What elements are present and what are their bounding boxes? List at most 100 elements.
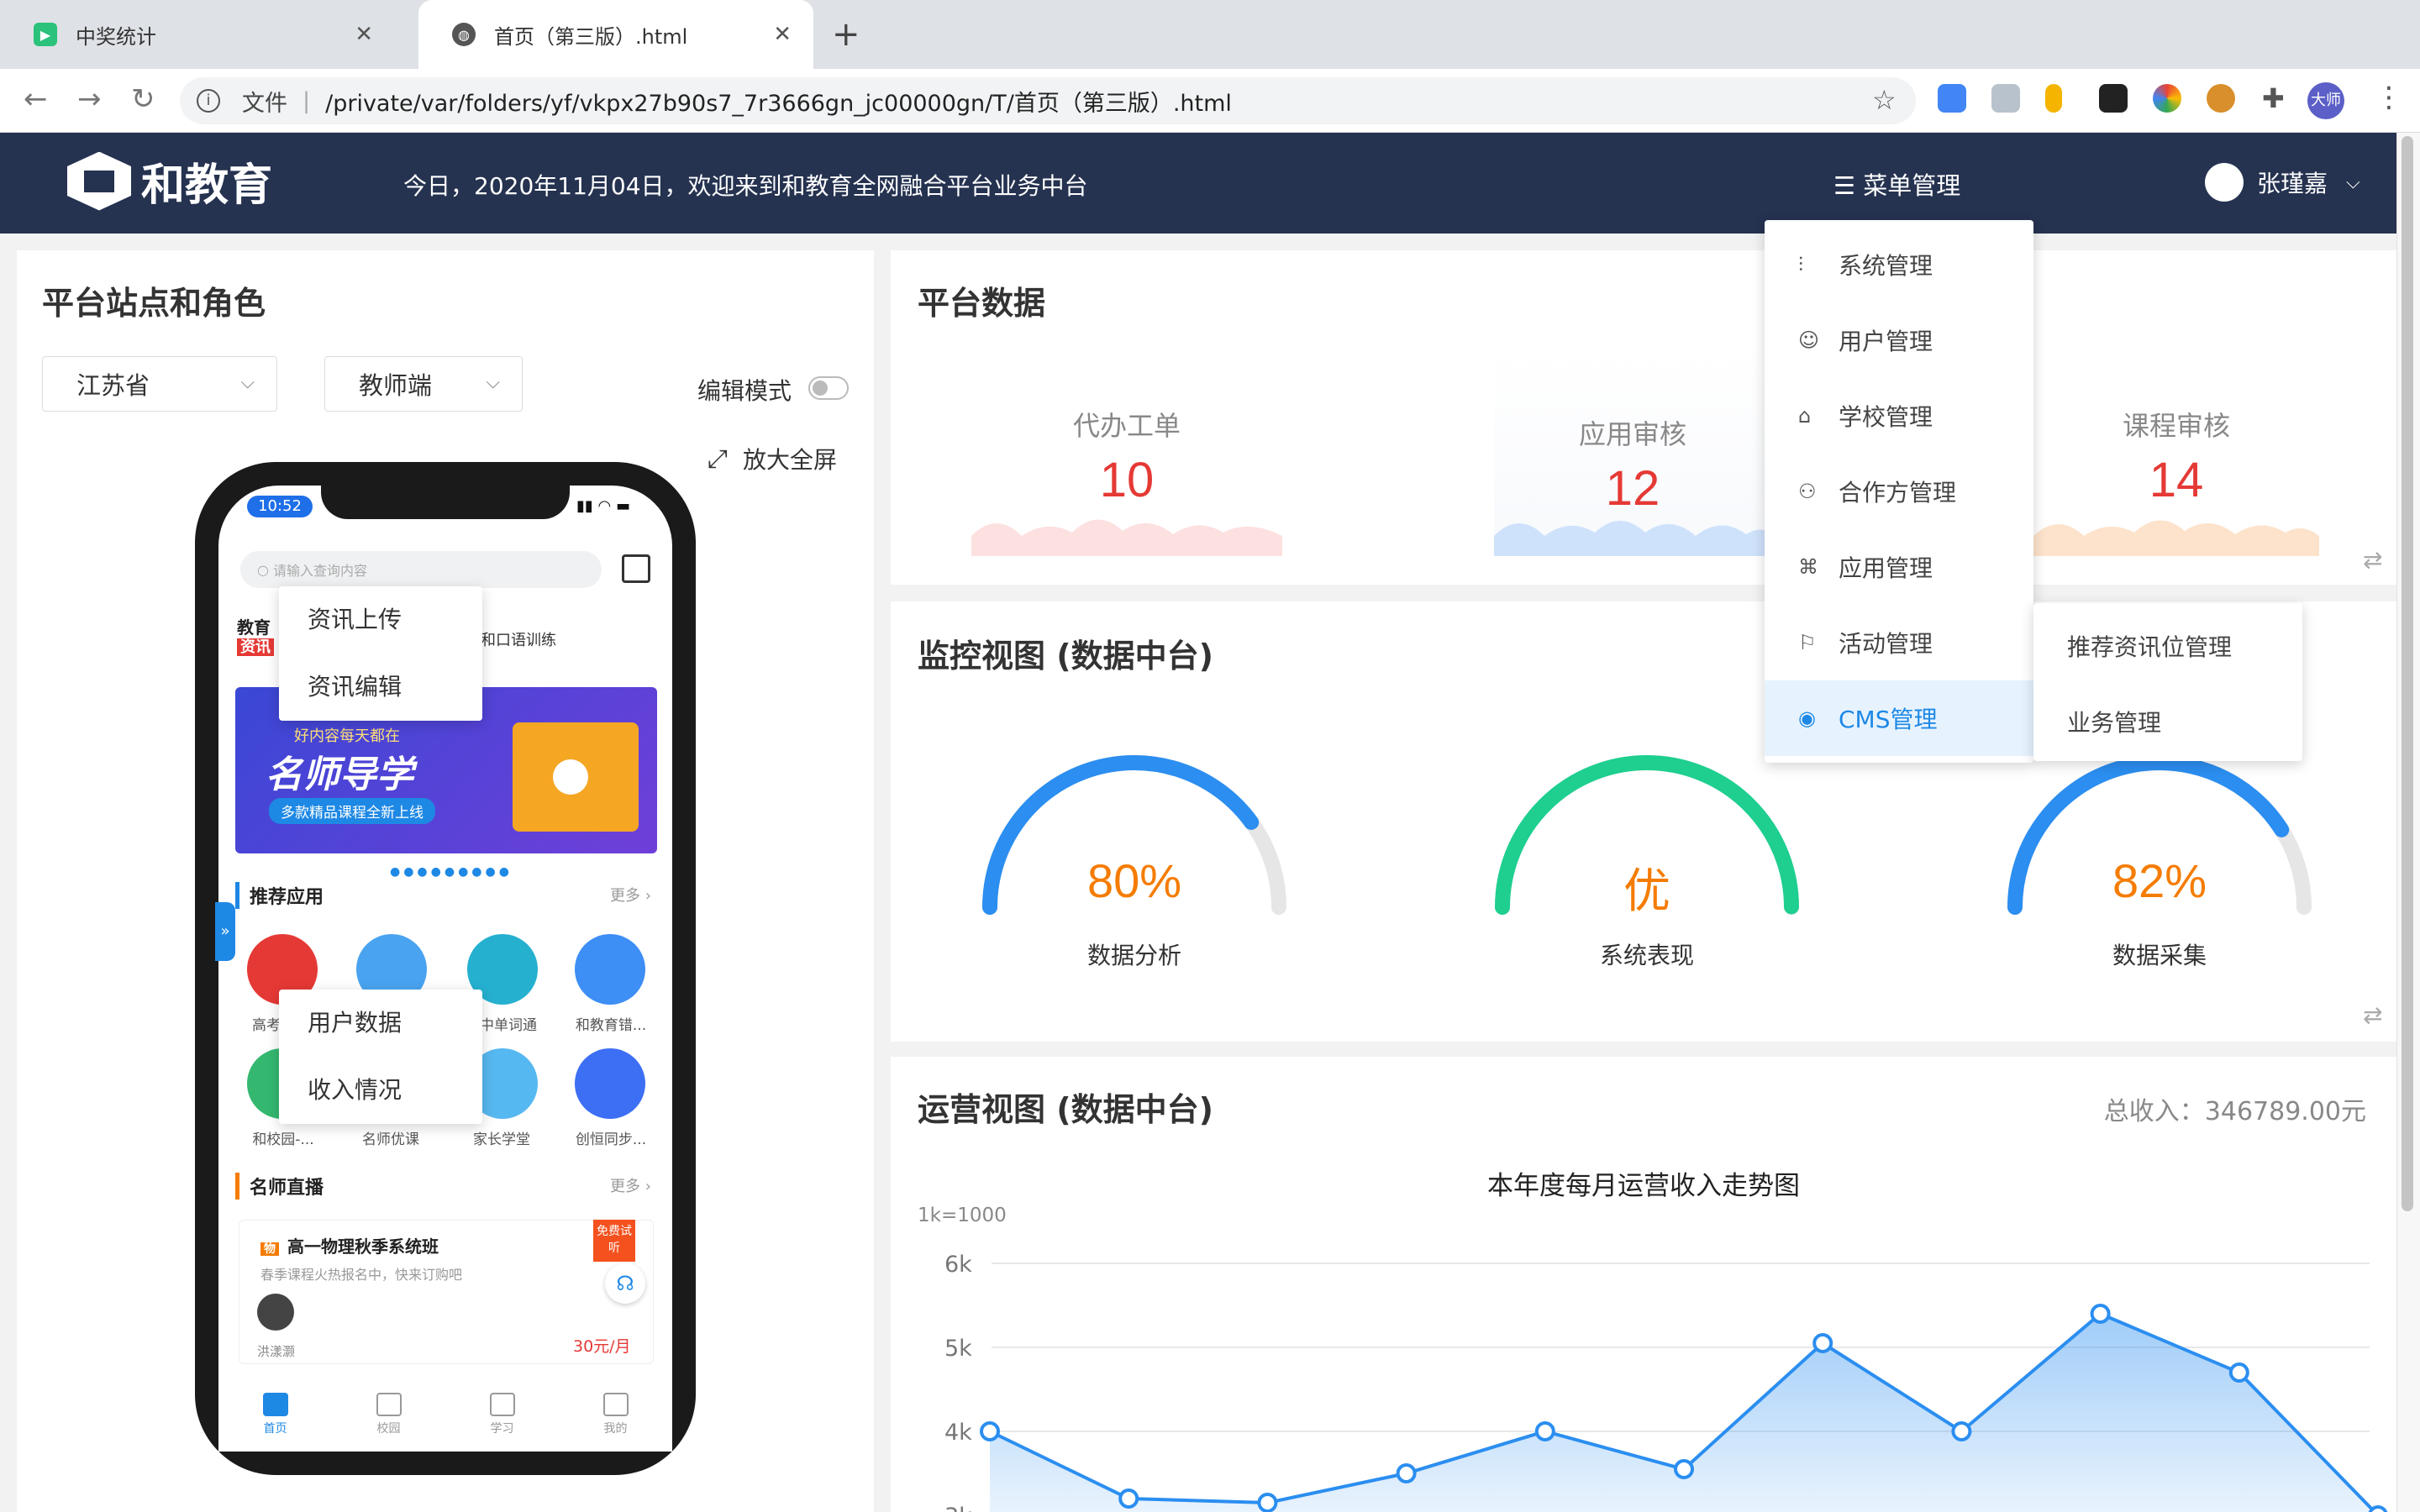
gauge-system-performance[interactable]: 优 系统表现 (1470, 731, 1823, 1008)
news-ticker[interactable]: 和口语训练 (481, 628, 556, 650)
fullscreen-button[interactable]: ⤢ 放大全屏 (708, 442, 837, 475)
chevron-down-icon: ⌵ (2346, 171, 2360, 193)
news-logo-badge: 资讯 (237, 638, 274, 656)
search-camera-app-icon[interactable] (575, 934, 645, 1005)
close-icon[interactable]: ✕ (773, 22, 792, 47)
menu-item-label: 用户管理 (1839, 328, 1933, 355)
menu-item-1[interactable]: ⫶ 系统管理 (1765, 227, 2033, 302)
headset-icon[interactable]: ☊ (605, 1263, 645, 1304)
play-icon: ▶ (34, 23, 57, 46)
globe-icon: ◍ (452, 23, 476, 46)
expand-arrow-icon[interactable]: » (215, 902, 235, 961)
menu-item-5[interactable]: ⌘ 应用管理 (1765, 529, 2033, 605)
y-tick-label: 6k (944, 1252, 972, 1278)
stat-card[interactable]: 课程审核 14 (2033, 346, 2319, 556)
news-edit-item[interactable]: 资讯编辑 (279, 654, 482, 721)
role-select[interactable]: 教师端 ⌵ (324, 356, 523, 412)
chrome-extension-icon[interactable] (2153, 84, 2181, 113)
image-extension-icon[interactable] (1991, 84, 2020, 113)
book-icon (489, 1393, 515, 1416)
menu-item-2[interactable]: ☺ 用户管理 (1765, 302, 2033, 378)
reload-icon[interactable]: ↻ (131, 82, 155, 116)
address-bar[interactable]: i 文件 | /private/var/folders/yf/vkpx27b90… (180, 77, 1916, 124)
province-select[interactable]: 江苏省 ⌵ (42, 356, 277, 412)
free-trial-tag: 免费试听 (593, 1220, 635, 1262)
nav-label: 我的 (603, 1422, 628, 1436)
stat-card[interactable]: 应用审核 12 (1494, 346, 1771, 556)
new-tab-icon[interactable]: + (832, 15, 860, 54)
nav-campus[interactable]: 校园 (355, 1393, 423, 1436)
person-icon (602, 1393, 629, 1416)
nav-study[interactable]: 学习 (469, 1393, 536, 1436)
hamburger-icon: ☰ (1833, 171, 1864, 200)
menu-item-label: 活动管理 (1839, 630, 1933, 658)
cms-icon: ◉ (1798, 706, 1816, 730)
translate-extension-icon[interactable] (1938, 84, 1966, 113)
edit-mode-toggle[interactable] (808, 376, 849, 400)
menu-management-button[interactable]: ☰ 菜单管理 (1833, 166, 1960, 202)
info-icon[interactable]: i (197, 89, 220, 113)
submenu-item-1[interactable]: 推荐资讯位管理 (2033, 610, 2302, 685)
profile-avatar[interactable]: 大师 (2307, 82, 2344, 119)
data-point (1534, 1421, 1555, 1441)
browser-tab-1[interactable]: ▶ 中奖统计 ✕ (0, 0, 395, 69)
browser-tab-2[interactable]: ◍ 首页（第三版）.html ✕ (418, 0, 813, 69)
swap-icon[interactable]: ⇄ (2363, 546, 2382, 574)
nav-mine[interactable]: 我的 (582, 1393, 650, 1436)
sliders-icon: ⫶ (1798, 253, 1803, 276)
stat-label: 应用审核 (1578, 418, 1686, 450)
phone-time: 10:52 (247, 496, 313, 517)
menu-item-7[interactable]: ◉ CMS管理 (1765, 680, 2033, 756)
mic-extension-icon[interactable] (2045, 84, 2062, 113)
swap-icon[interactable]: ⇄ (2363, 1001, 2382, 1029)
menu-item-3[interactable]: ⌂ 学校管理 (1765, 378, 2033, 454)
gauge-label: 系统表现 (1599, 942, 1694, 969)
play-icon[interactable] (553, 759, 588, 795)
app-header (0, 133, 2396, 234)
cms-submenu: 推荐资讯位管理 业务管理 (2033, 603, 2302, 761)
news-upload-item[interactable]: 资讯上传 (279, 586, 482, 654)
chart-title: 本年度每月运营收入走势图 (1487, 1171, 1800, 1201)
more-link[interactable]: 更多 › (610, 884, 651, 906)
role-value: 教师端 (359, 371, 433, 400)
phone-notch (321, 480, 570, 519)
panel-title: 平台数据 (918, 285, 1046, 322)
user-menu[interactable]: 张瑾嘉 ⌵ (2205, 163, 2360, 202)
gauge-label: 数据采集 (2112, 942, 2207, 969)
gauge-data-collection[interactable]: 82% 数据采集 (1983, 731, 2336, 1008)
income-item[interactable]: 收入情况 (279, 1057, 482, 1124)
close-icon[interactable]: ✕ (355, 22, 373, 47)
data-point (1674, 1459, 1694, 1479)
section-title-apps: 推荐应用 (235, 882, 324, 909)
extension-icon[interactable] (2099, 84, 2128, 113)
logo: 和教育 (67, 150, 272, 213)
stat-card[interactable]: 代办工单 10 (971, 346, 1282, 556)
banner-pill: 多款精品课程全新上线 (269, 798, 435, 824)
app-label: 创恒同步... (575, 1131, 647, 1148)
sync-app-icon[interactable] (575, 1048, 645, 1119)
scrollbar-thumb[interactable] (2402, 136, 2413, 1211)
bookmark-star-icon[interactable]: ☆ (1872, 84, 1897, 116)
course-title: 物高一物理秋季系统班 (260, 1233, 439, 1257)
nav-label: 校园 (376, 1422, 401, 1436)
gauge-data-analysis[interactable]: 80% 数据分析 (958, 731, 1311, 1008)
school-icon: ⌂ (1798, 404, 1812, 428)
menu-item-4[interactable]: ⚇ 合作方管理 (1765, 454, 2033, 529)
more-link[interactable]: 更多 › (610, 1174, 651, 1196)
scan-icon[interactable] (622, 554, 650, 583)
menu-item-6[interactable]: ⚐ 活动管理 (1765, 605, 2033, 680)
data-point (2090, 1304, 2111, 1324)
phone-search-input[interactable]: ○ 请输入查询内容 (240, 551, 602, 588)
nav-home[interactable]: 首页 (242, 1393, 309, 1436)
back-icon[interactable]: ← (24, 82, 48, 116)
user-data-item[interactable]: 用户数据 (279, 990, 482, 1057)
puzzle-icon[interactable]: ✚ (2262, 82, 2285, 114)
banner-subtitle: 好内容每天都在 (294, 727, 400, 745)
partner-icon: ⚇ (1798, 480, 1817, 503)
forward-icon[interactable]: → (77, 82, 102, 116)
monkey-extension-icon[interactable] (2207, 84, 2235, 113)
submenu-item-2[interactable]: 业务管理 (2033, 685, 2302, 761)
teacher-name: 洪漾灏 (257, 1344, 296, 1359)
url-text: /private/var/folders/yf/vkpx27b90s7_7r36… (325, 90, 1232, 117)
more-vert-icon[interactable]: ⋮ (2375, 81, 2403, 114)
